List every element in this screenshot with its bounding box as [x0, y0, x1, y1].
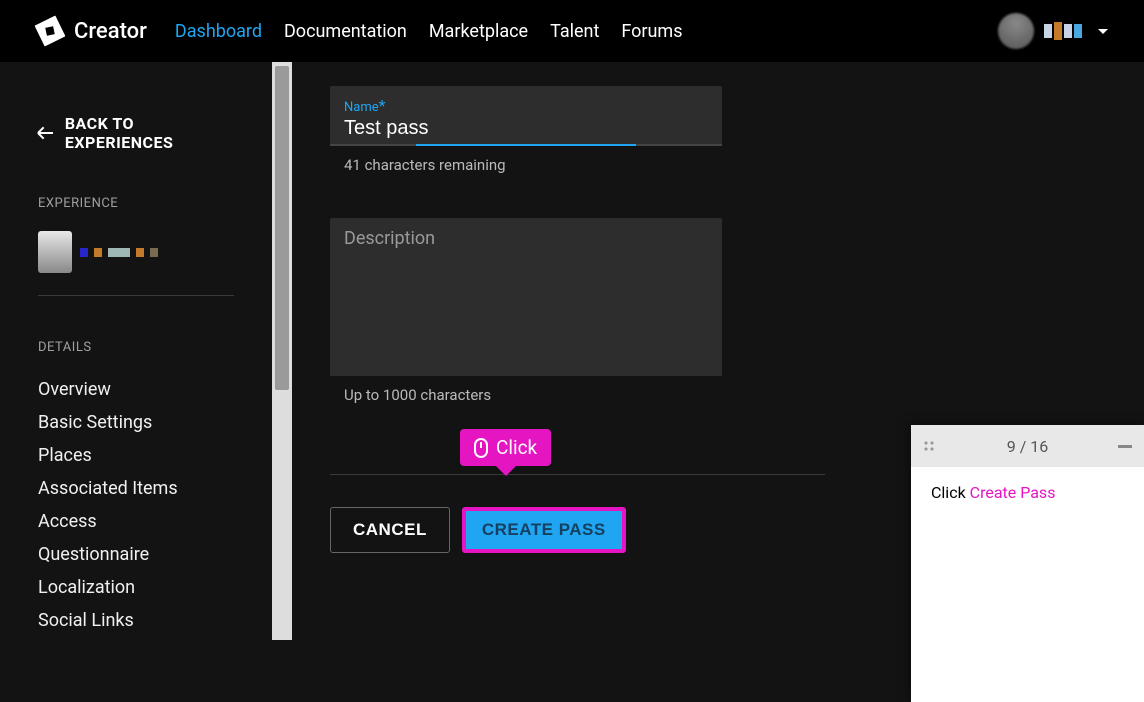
nav-documentation[interactable]: Documentation [284, 21, 407, 42]
sidebar-item-questionnaire[interactable]: Questionnaire [38, 538, 234, 571]
tooltip-label: Click [496, 436, 537, 459]
back-to-experiences-link[interactable]: BACK TO EXPERIENCES [38, 114, 234, 152]
user-avatar-icon[interactable] [998, 13, 1034, 49]
minimize-icon[interactable] [1118, 445, 1132, 448]
mouse-icon [474, 438, 488, 458]
name-underline-active [416, 144, 636, 146]
name-helper-text: 41 characters remaining [344, 156, 722, 174]
nav-forums[interactable]: Forums [621, 21, 682, 42]
name-field-group: Name* [330, 86, 722, 146]
experience-item[interactable] [38, 231, 234, 273]
description-helper-text: Up to 1000 characters [344, 386, 722, 404]
sidebar-item-social-links[interactable]: Social Links [38, 604, 234, 637]
instruction-prefix: Click [931, 483, 970, 502]
form-divider [330, 474, 825, 475]
nav-talent[interactable]: Talent [550, 21, 599, 42]
section-label-experience: EXPERIENCE [38, 196, 234, 211]
instruction-panel: 9 / 16 Click Create Pass [911, 425, 1144, 702]
name-input[interactable] [344, 117, 708, 140]
cancel-button[interactable]: CANCEL [330, 507, 450, 553]
nav-dashboard[interactable]: Dashboard [175, 21, 262, 42]
sidebar-item-basic-settings[interactable]: Basic Settings [38, 406, 234, 439]
click-tooltip: Click [460, 429, 551, 466]
create-pass-form: Name* 41 characters remaining Descriptio… [330, 86, 722, 404]
sidebar-wrapper: BACK TO EXPERIENCES EXPERIENCE DETAILS O… [0, 62, 292, 640]
create-pass-button[interactable]: CREATE PASS [462, 507, 626, 553]
name-label: Name [344, 100, 379, 115]
sidebar-scrollbar[interactable] [272, 62, 292, 640]
details-menu: Overview Basic Settings Places Associate… [38, 373, 234, 640]
chevron-down-icon[interactable] [1098, 29, 1108, 34]
sidebar-item-localization[interactable]: Localization [38, 571, 234, 604]
main-nav: Dashboard Documentation Marketplace Tale… [175, 21, 683, 42]
sidebar: BACK TO EXPERIENCES EXPERIENCE DETAILS O… [0, 62, 272, 640]
experience-thumbnail-icon [38, 231, 72, 273]
username-censored [1044, 22, 1082, 40]
scrollbar-thumb[interactable] [275, 66, 289, 390]
nav-marketplace[interactable]: Marketplace [429, 21, 528, 42]
description-label: Description [344, 228, 435, 249]
instruction-header: 9 / 16 [911, 425, 1144, 467]
back-arrow-icon [38, 132, 53, 134]
sidebar-item-access[interactable]: Access [38, 505, 234, 538]
instruction-body: Click Create Pass [911, 467, 1144, 518]
description-field-group[interactable]: Description [330, 218, 722, 376]
required-indicator: * [379, 96, 386, 115]
step-counter: 9 / 16 [1007, 437, 1049, 456]
sidebar-item-associated-items[interactable]: Associated Items [38, 472, 234, 505]
drag-handle-icon[interactable] [923, 440, 935, 452]
section-label-details: DETAILS [38, 340, 234, 355]
sidebar-divider [38, 295, 234, 296]
logo-area[interactable]: Creator [36, 17, 147, 45]
header-user-area [998, 13, 1108, 49]
back-label: BACK TO EXPERIENCES [65, 114, 234, 152]
instruction-link: Create Pass [970, 483, 1056, 502]
sidebar-item-overview[interactable]: Overview [38, 373, 234, 406]
experience-name-censored [80, 248, 158, 257]
top-header: Creator Dashboard Documentation Marketpl… [0, 0, 1144, 62]
roblox-logo-icon [33, 14, 66, 47]
sidebar-item-places[interactable]: Places [38, 439, 234, 472]
logo-text: Creator [74, 19, 147, 44]
